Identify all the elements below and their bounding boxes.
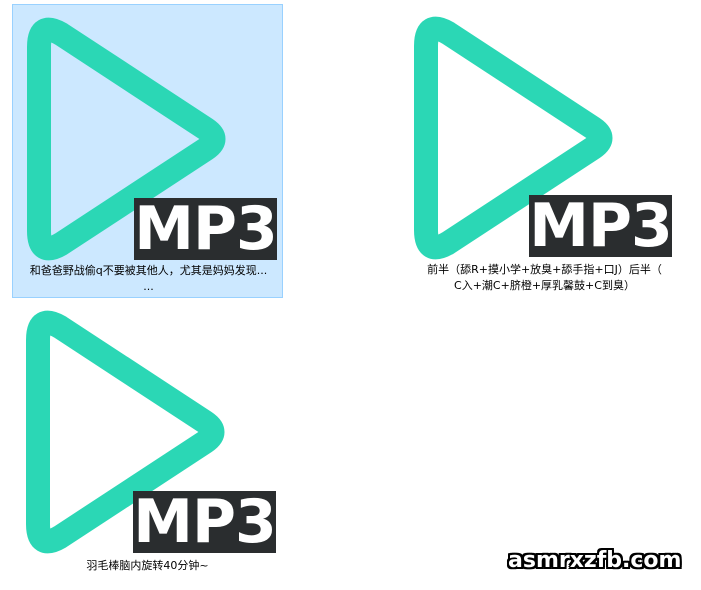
file-item[interactable]: MP3 前半（舔R+摸小学+放臭+舔手指+口J）后半（ C入+潮C+脐橙+厚乳馨… (402, 4, 687, 298)
file-name: 前半（舔R+摸小学+放臭+舔手指+口J）后半（ (427, 263, 662, 276)
file-name-continued: ... (143, 280, 154, 293)
file-name: 羽毛棒脑内旋转40分钟~ (86, 559, 209, 572)
watermark-text: asmrxzfb.com (508, 548, 682, 573)
mp3-badge: MP3 (529, 191, 673, 261)
file-item[interactable]: MP3 和爸爸野战偷q不要被其他人，尤其是妈妈发现... ... (12, 4, 283, 298)
file-item[interactable]: MP3 羽毛棒脑内旋转40分钟~ (12, 300, 283, 580)
file-name-continued: C入+潮C+脐橙+厚乳馨鼓+C到臭） (454, 279, 635, 292)
mp3-badge: MP3 (134, 194, 278, 264)
mp3-badge: MP3 (133, 487, 277, 557)
file-name: 和爸爸野战偷q不要被其他人，尤其是妈妈发现... (29, 264, 268, 277)
